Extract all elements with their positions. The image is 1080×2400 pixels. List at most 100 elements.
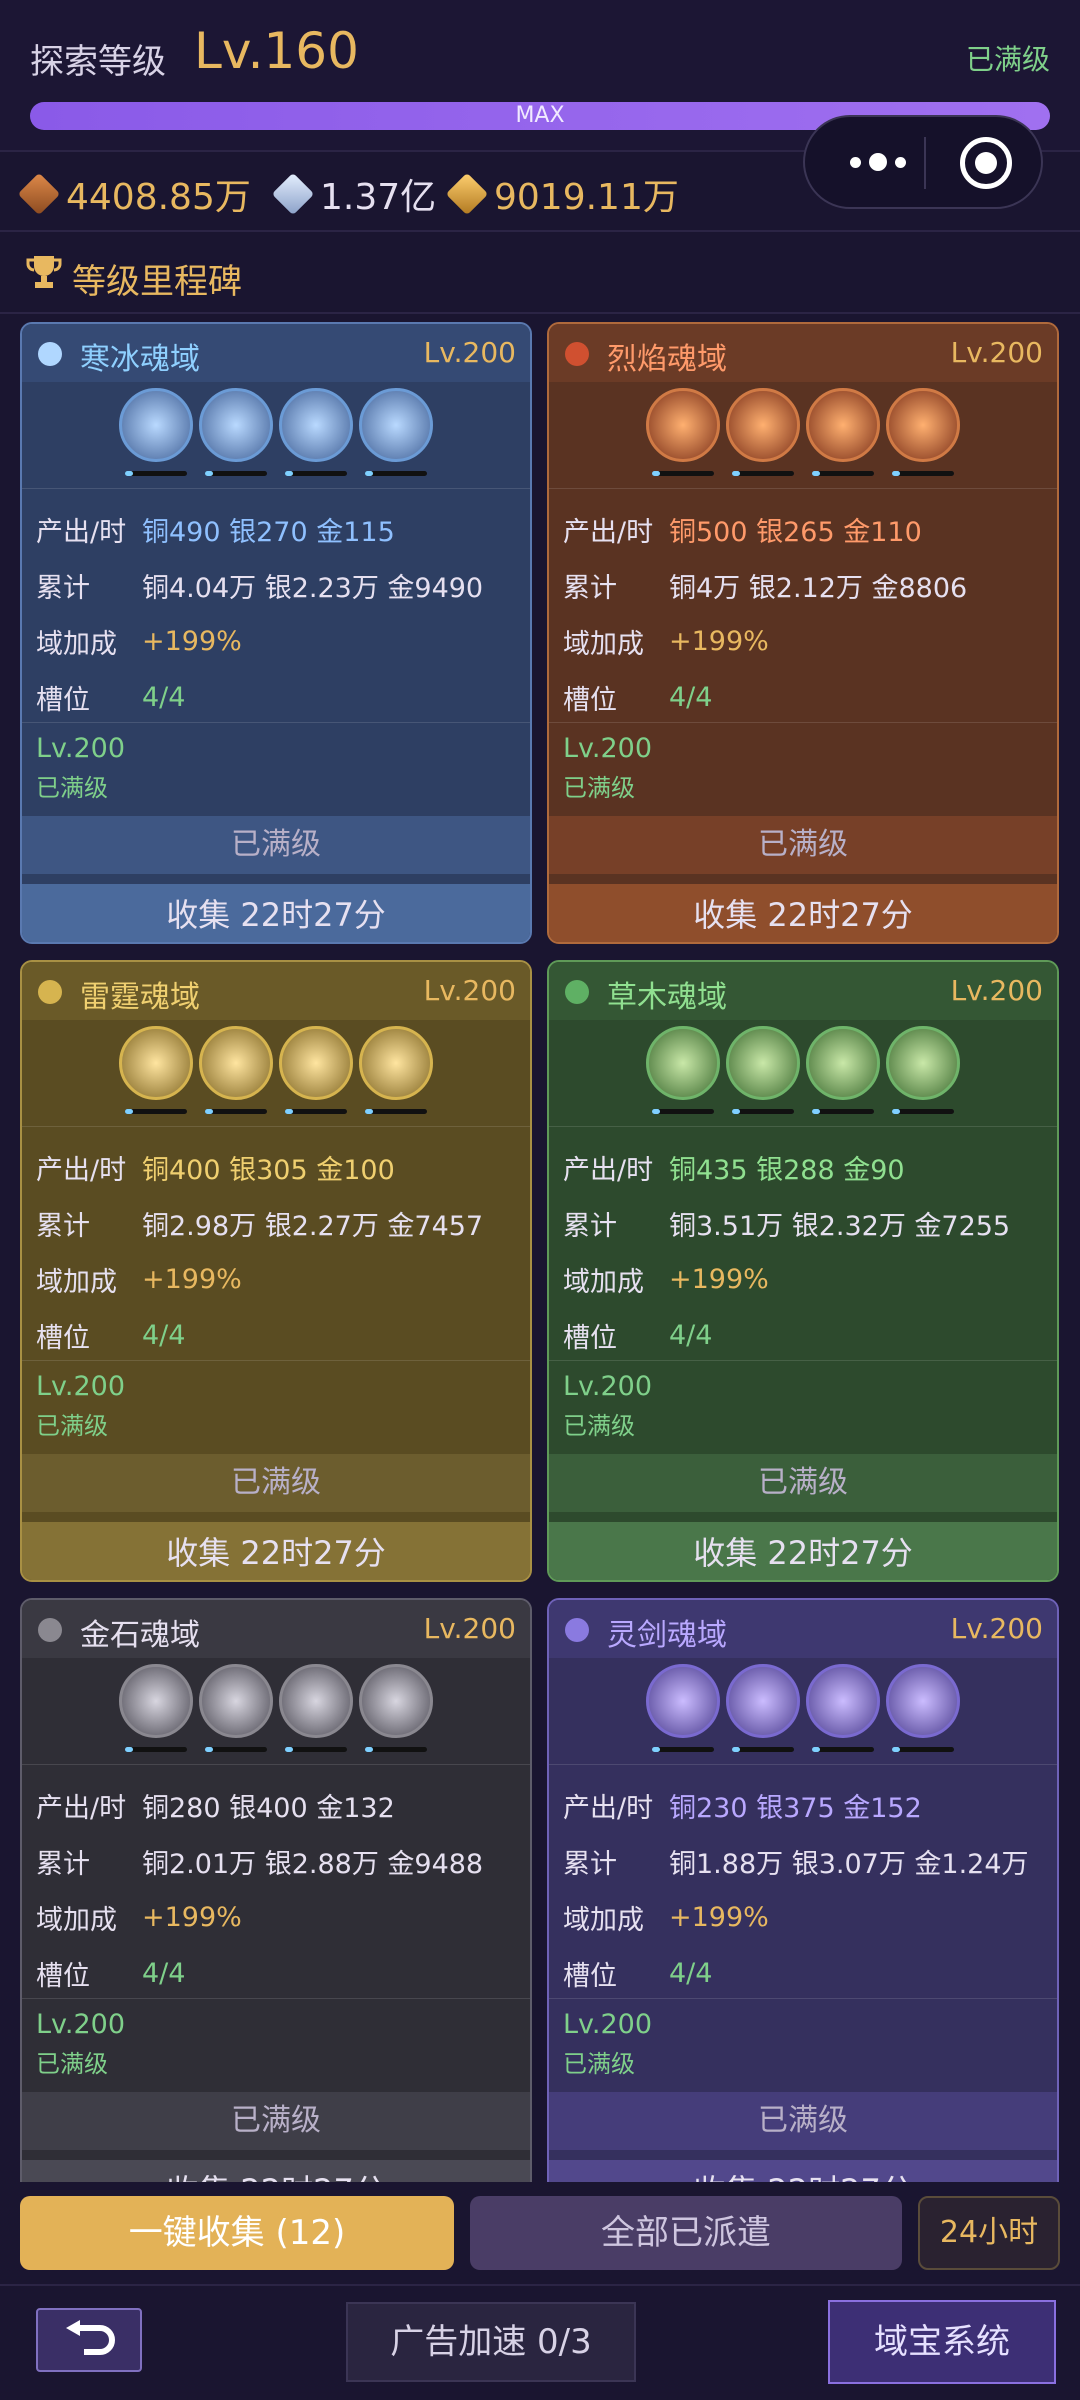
total-row: 累计 铜4万 银2.12万 金8806 [549, 557, 1057, 613]
bonus-value: +199% [669, 1901, 769, 1933]
all-dispatched-button[interactable]: 全部已派遣 [470, 2196, 902, 2270]
total-value: 铜1.88万 银3.07万 金1.24万 [669, 1848, 1029, 1880]
domain-treasure-button[interactable]: 域宝系统 [828, 2300, 1056, 2384]
slots-value: 4/4 [142, 681, 186, 713]
upgrade-button[interactable]: 已满级 [549, 1454, 1057, 1512]
total-label: 累计 [36, 572, 90, 604]
domain-level-text: Lv.200 [36, 733, 126, 764]
output-label: 产出/时 [36, 1792, 127, 1824]
output-value: 铜280 银400 金132 [142, 1792, 395, 1824]
domain-stats: 产出/时 铜500 银265 金110 累计 铜4万 银2.12万 金8806 域加… [549, 488, 1057, 725]
output-row: 产出/时 铜435 银288 金90 [549, 1139, 1057, 1195]
output-label: 产出/时 [563, 1792, 654, 1824]
total-label: 累计 [36, 1210, 90, 1242]
total-value: 铜3.51万 银2.32万 金7255 [669, 1210, 1011, 1242]
upgrade-button[interactable]: 已满级 [22, 1454, 530, 1512]
card-header: 草木魂域 Lv.200 [549, 962, 1057, 1020]
domain-icon [565, 980, 589, 1004]
hero-avatar[interactable] [119, 1664, 193, 1754]
copper-gem-icon [17, 172, 61, 216]
domain-icon [565, 1618, 589, 1642]
hero-slots [22, 1026, 530, 1116]
hero-avatar[interactable] [199, 1664, 273, 1754]
hero-avatar[interactable] [646, 1026, 720, 1116]
collect-all-button[interactable]: 一键收集 (12) [20, 2196, 454, 2270]
slots-row: 槽位 4/4 [22, 669, 530, 725]
bonus-row: 域加成 +199% [549, 1251, 1057, 1307]
collect-button[interactable]: 收集 22时27分 [22, 884, 530, 942]
output-row: 产出/时 铜280 银400 金132 [22, 1777, 530, 1833]
bonus-label: 域加成 [36, 628, 117, 660]
bonus-value: +199% [142, 625, 242, 657]
collect-button[interactable]: 收集 22时27分 [549, 1522, 1057, 1580]
hero-avatar[interactable] [806, 1026, 880, 1116]
hero-avatar[interactable] [726, 388, 800, 478]
domain-level-text: Lv.200 [563, 733, 653, 764]
domain-card-grass[interactable]: 草木魂域 Lv.200 产出/时 铜435 银288 金90 累计 铜3.51万 银… [547, 960, 1059, 1582]
domain-card-ice[interactable]: 寒冰魂域 Lv.200 产出/时 铜490 银270 金115 累计 铜4.04万 … [20, 322, 532, 944]
total-row: 累计 铜1.88万 银3.07万 金1.24万 [549, 1833, 1057, 1889]
level-box: Lv.200 已满级 [22, 1998, 530, 2092]
level-box: Lv.200 已满级 [549, 722, 1057, 816]
hero-avatar[interactable] [279, 1026, 353, 1116]
hero-slots [22, 388, 530, 478]
hero-avatar[interactable] [199, 388, 273, 478]
domain-name: 灵剑魂域 [607, 1618, 727, 1653]
hero-slots [549, 388, 1057, 478]
upgrade-button[interactable]: 已满级 [22, 816, 530, 874]
hero-avatar[interactable] [886, 1026, 960, 1116]
back-button[interactable] [36, 2308, 142, 2372]
domain-card-thunder[interactable]: 雷霆魂域 Lv.200 产出/时 铜400 银305 金100 累计 铜2.98万 … [20, 960, 532, 1582]
domain-card-sword[interactable]: 灵剑魂域 Lv.200 产出/时 铜230 银375 金152 累计 铜1.88万 … [547, 1598, 1059, 2220]
bonus-label: 域加成 [36, 1266, 117, 1298]
hero-avatar[interactable] [359, 1026, 433, 1116]
level-milestone-link[interactable]: 等级里程碑 [0, 234, 1080, 314]
action-bar: 一键收集 (12) 全部已派遣 24小时 [0, 2182, 1080, 2282]
level-box: Lv.200 已满级 [549, 1360, 1057, 1454]
hero-avatar[interactable] [646, 388, 720, 478]
gold-amount: 9019.11万 [494, 177, 679, 218]
hero-avatar[interactable] [279, 388, 353, 478]
currency-silver: 1.37亿 [271, 168, 436, 220]
hero-avatar[interactable] [279, 1664, 353, 1754]
domain-icon [38, 342, 62, 366]
hero-avatar[interactable] [726, 1664, 800, 1754]
hero-avatar[interactable] [119, 1026, 193, 1116]
domain-stats: 产出/时 铜280 银400 金132 累计 铜2.01万 银2.88万 金9488… [22, 1764, 530, 2001]
hero-avatar[interactable] [806, 388, 880, 478]
bonus-row: 域加成 +199% [22, 1251, 530, 1307]
upgrade-button[interactable]: 已满级 [549, 816, 1057, 874]
hero-avatar[interactable] [359, 388, 433, 478]
output-label: 产出/时 [36, 1154, 127, 1186]
bonus-label: 域加成 [563, 628, 644, 660]
domain-name: 金石魂域 [80, 1618, 200, 1653]
ad-speedup-button[interactable]: 广告加速 0/3 [346, 2302, 636, 2382]
bonus-row: 域加成 +199% [549, 613, 1057, 669]
collect-button[interactable]: 收集 22时27分 [549, 884, 1057, 942]
hero-avatar[interactable] [886, 1664, 960, 1754]
bonus-label: 域加成 [563, 1904, 644, 1936]
trophy-icon [26, 256, 62, 288]
hero-avatar[interactable] [199, 1026, 273, 1116]
level-box: Lv.200 已满级 [22, 1360, 530, 1454]
hero-avatar[interactable] [886, 388, 960, 478]
output-row: 产出/时 铜500 银265 金110 [549, 501, 1057, 557]
domain-card-stone[interactable]: 金石魂域 Lv.200 产出/时 铜280 银400 金132 累计 铜2.01万 … [20, 1598, 532, 2220]
hero-avatar[interactable] [646, 1664, 720, 1754]
hero-avatar[interactable] [726, 1026, 800, 1116]
domain-name: 寒冰魂域 [80, 342, 200, 377]
level-box: Lv.200 已满级 [22, 722, 530, 816]
output-row: 产出/时 铜230 银375 金152 [549, 1777, 1057, 1833]
domain-card-fire[interactable]: 烈焰魂域 Lv.200 产出/时 铜500 银265 金110 累计 铜4万 银2.… [547, 322, 1059, 944]
hero-avatar[interactable] [359, 1664, 433, 1754]
footer-bar: 广告加速 0/3 域宝系统 [0, 2284, 1080, 2400]
slots-label: 槽位 [563, 684, 617, 716]
collect-button[interactable]: 收集 22时27分 [22, 1522, 530, 1580]
upgrade-button[interactable]: 已满级 [549, 2092, 1057, 2150]
hero-avatar[interactable] [119, 388, 193, 478]
domain-stats: 产出/时 铜400 银305 金100 累计 铜2.98万 银2.27万 金7457… [22, 1126, 530, 1363]
upgrade-button[interactable]: 已满级 [22, 2092, 530, 2150]
duration-button[interactable]: 24小时 [918, 2196, 1060, 2270]
hero-avatar[interactable] [806, 1664, 880, 1754]
exploration-level-value: Lv.160 [194, 22, 359, 80]
